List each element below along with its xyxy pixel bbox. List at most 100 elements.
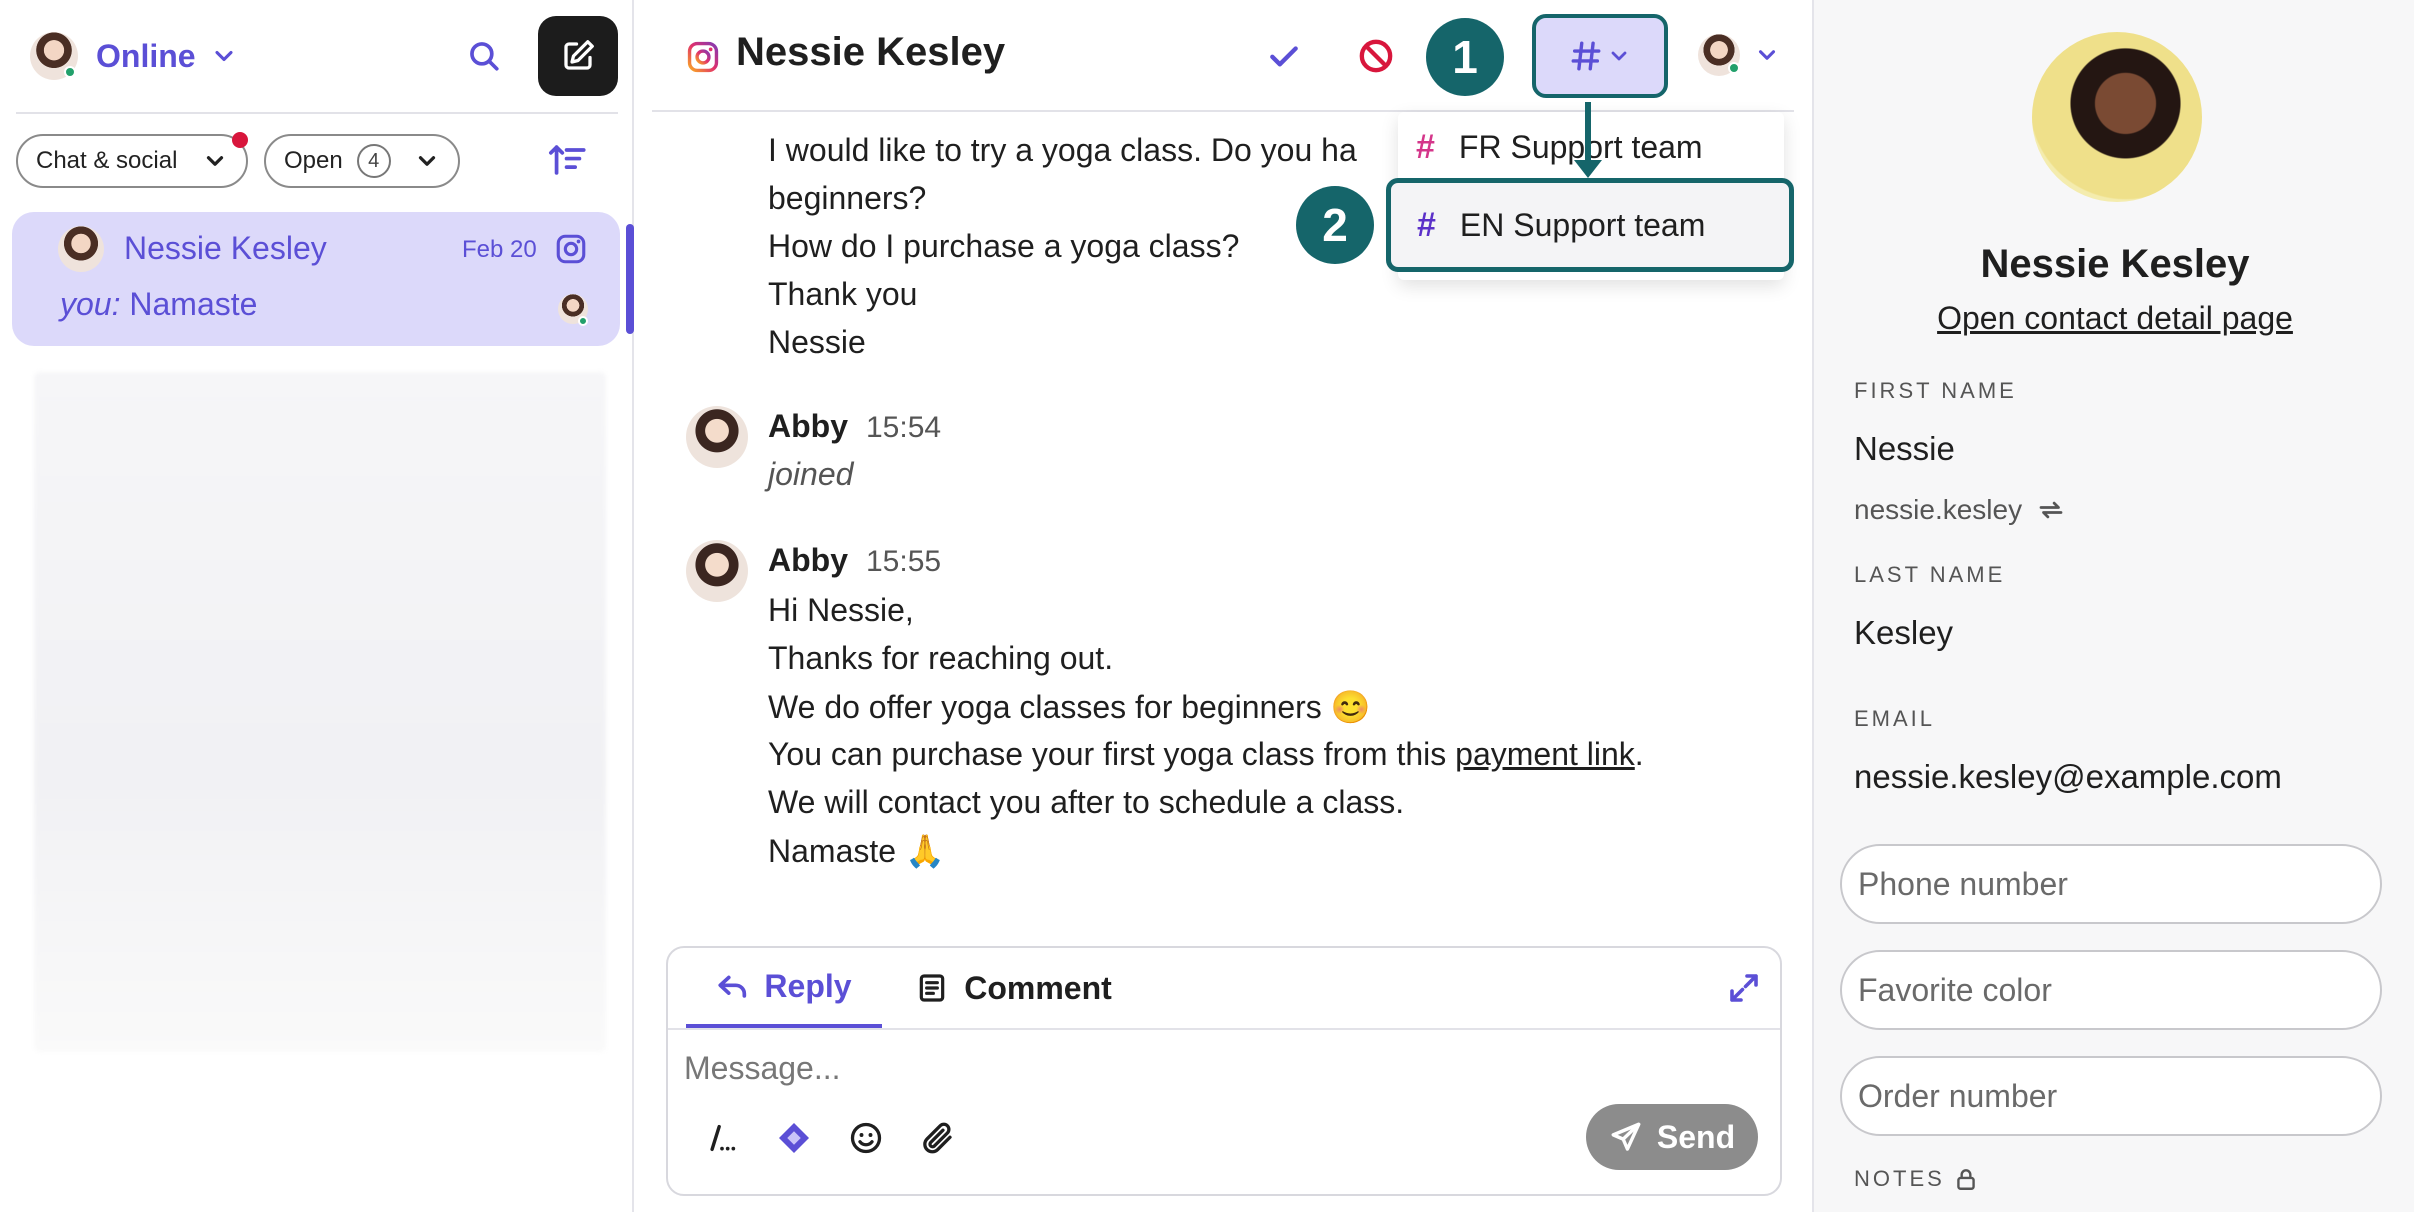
conversation-preview: you: Namaste — [60, 286, 257, 323]
message-author: Abby — [768, 542, 848, 578]
email-label: EMAIL — [1854, 706, 1936, 731]
contact-detail-link[interactable]: Open contact detail page — [1814, 300, 2414, 337]
message-composer: Reply Comment Send — [666, 946, 1782, 1196]
conversation-contact-name: Nessie Kesley — [124, 230, 327, 266]
assignee-avatar — [558, 294, 588, 326]
emoji-button[interactable] — [846, 1118, 886, 1158]
dropdown-item-en-support-team[interactable]: # EN Support team — [1386, 178, 1794, 272]
conversation-date: Feb 20 — [462, 236, 537, 263]
tab-reply[interactable]: Reply — [686, 948, 882, 1028]
instagram-icon — [687, 41, 719, 73]
send-button[interactable]: Send — [1586, 1104, 1758, 1170]
divider — [668, 1028, 1780, 1030]
join-event: joined — [768, 456, 854, 492]
send-label: Send — [1656, 1118, 1736, 1155]
tab-comment[interactable]: Comment — [904, 948, 1124, 1028]
search-icon — [470, 42, 499, 71]
conversation-item[interactable]: Nessie Kesley Feb 20 you: Namaste — [12, 212, 620, 346]
chevron-down-icon — [1611, 51, 1627, 61]
contact-username: nessie.kesley — [1854, 494, 2066, 526]
status-selector[interactable]: Online — [30, 30, 238, 82]
online-indicator — [1728, 62, 1740, 74]
lock-icon — [1957, 1169, 1975, 1190]
sync-icon[interactable] — [2036, 495, 2066, 525]
username-value: nessie.kesley — [1854, 494, 2023, 525]
message-input[interactable] — [684, 1040, 1584, 1096]
message-time: 15:54 — [866, 411, 942, 444]
message-line: How do I purchase a yoga class? — [768, 228, 1240, 264]
first-name-label: FIRST NAME — [1854, 378, 2017, 403]
message-line: beginners? — [768, 180, 927, 216]
hash-icon: # — [1417, 205, 1436, 244]
message-header: Abby 15:55 — [768, 542, 941, 579]
expand-icon — [1730, 974, 1758, 1002]
reply-icon — [718, 975, 747, 998]
block-icon — [1359, 39, 1393, 73]
sort-button[interactable] — [548, 142, 592, 182]
message-line: Nessie — [768, 324, 866, 360]
send-icon — [1611, 1122, 1641, 1151]
diamond-icon — [779, 1123, 809, 1153]
status-label: Online — [96, 37, 196, 74]
message-line: We will contact you after to schedule a … — [768, 784, 1405, 820]
notification-dot — [232, 132, 248, 148]
online-indicator — [578, 316, 588, 326]
assignee-selector[interactable] — [1698, 30, 1788, 80]
message-line: Thanks for reaching out. — [768, 640, 1114, 676]
hash-icon: # — [1416, 127, 1435, 166]
message-line: Hi Nessie, — [768, 592, 914, 628]
channel-filter[interactable]: Chat & social — [16, 132, 248, 188]
team-selector-button[interactable] — [1532, 14, 1668, 98]
close-conversation-button[interactable] — [1264, 36, 1304, 76]
compose-button[interactable] — [538, 16, 618, 96]
chevron-down-icon — [215, 50, 233, 62]
last-name-value[interactable]: Kesley — [1854, 614, 1953, 652]
annotation-arrow — [1585, 102, 1591, 166]
tab-reply-label: Reply — [764, 967, 852, 1004]
attach-button[interactable] — [918, 1118, 958, 1158]
favorite-color-field[interactable] — [1840, 950, 2382, 1030]
preview-prefix: you: — [60, 286, 121, 322]
contact-photo — [2032, 32, 2202, 202]
search-button[interactable] — [462, 34, 506, 78]
annotation-arrow-head — [1574, 160, 1602, 178]
conversation-list-panel: Online Chat & social Open 4 Nessie Kesle… — [0, 0, 634, 1212]
email-value[interactable]: nessie.kesley@example.com — [1854, 758, 2282, 796]
message-line: I would like to try a yoga class. Do you… — [768, 132, 1357, 168]
preview-text: Namaste — [129, 286, 258, 322]
payment-link[interactable]: payment link — [1455, 736, 1635, 772]
check-icon — [1270, 46, 1298, 67]
contact-avatar — [58, 226, 104, 272]
channel-filter-label: Chat & social — [36, 147, 178, 174]
conversation-header: Nessie Kesley — [652, 0, 1794, 112]
status-filter-count: 4 — [356, 144, 391, 178]
expand-button[interactable] — [1726, 970, 1762, 1006]
status-filter[interactable]: Open 4 — [264, 134, 460, 188]
first-name-value[interactable]: Nessie — [1854, 430, 1955, 468]
notes-label: NOTES — [1854, 1166, 1979, 1192]
active-indicator — [626, 224, 634, 334]
tab-comment-label: Comment — [964, 969, 1112, 1006]
chevron-down-icon — [1758, 50, 1776, 60]
message-header: Abby 15:54 — [768, 408, 941, 445]
agent-avatar — [686, 406, 748, 468]
link-line-prefix: You can purchase your first yoga class f… — [768, 736, 1456, 772]
link-line-suffix: . — [1634, 736, 1644, 772]
block-button[interactable] — [1356, 36, 1396, 76]
blurred-conversation-list — [34, 372, 606, 1052]
last-name-label: LAST NAME — [1854, 562, 2006, 587]
agent-avatar — [686, 540, 748, 602]
instagram-icon — [556, 234, 586, 264]
emoji-icon — [850, 1122, 882, 1154]
message-line: Thank you — [768, 276, 918, 312]
format-button[interactable] — [702, 1118, 742, 1158]
chevron-down-icon — [206, 156, 224, 166]
dropdown-item-label: EN Support team — [1459, 206, 1706, 243]
phone-number-field[interactable] — [1840, 844, 2382, 924]
ai-assist-button[interactable] — [774, 1118, 814, 1158]
message-line: We do offer yoga classes for beginners 😊 — [768, 689, 1371, 725]
order-number-field[interactable] — [1840, 1056, 2382, 1136]
step-marker-2: 2 — [1296, 186, 1374, 264]
divider — [16, 112, 618, 114]
text-format-icon — [710, 1124, 736, 1152]
